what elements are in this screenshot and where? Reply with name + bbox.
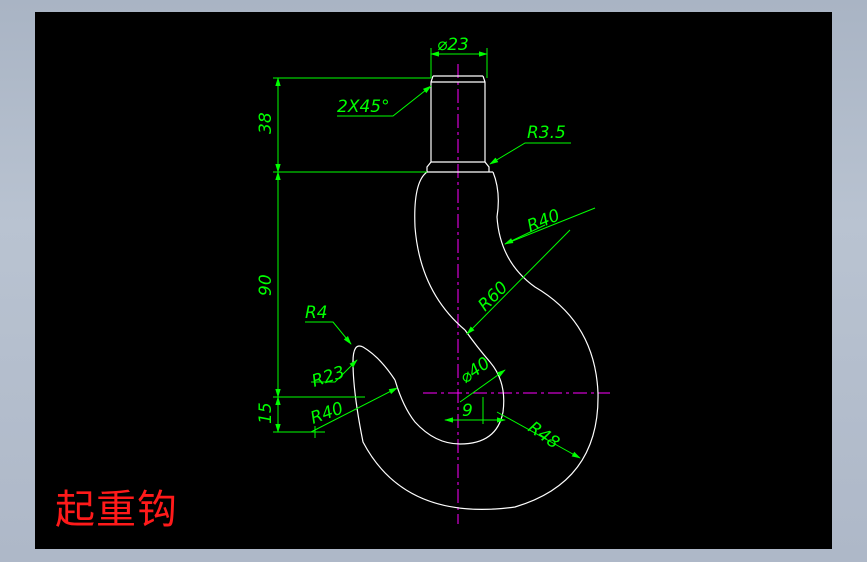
shank-edges (427, 81, 493, 173)
dimension-lines (273, 48, 596, 459)
label-radius-40-top: R40 (524, 206, 563, 237)
label-height-15: 15 (256, 402, 276, 424)
label-radius-48: R48 (524, 418, 563, 454)
label-offset-9: 9 (462, 401, 473, 421)
centerlines (423, 64, 610, 524)
label-radius-3-5: R3.5 (527, 123, 566, 143)
drawing-title: 起重钩 (55, 487, 178, 533)
dimension-labels: ⌀23 2X45° 38 R3.5 R40 90 R60 R4 R23 ⌀40 … (256, 35, 566, 453)
label-height-38: 38 (256, 112, 276, 134)
label-radius-23: R23 (309, 362, 347, 391)
hook-drawing: ⌀23 2X45° 38 R3.5 R40 90 R60 R4 R23 ⌀40 … (256, 35, 610, 524)
label-radius-4: R4 (305, 303, 328, 323)
drawing-frame: ⌀23 2X45° 38 R3.5 R40 90 R60 R4 R23 ⌀40 … (35, 12, 832, 549)
label-radius-60: R60 (474, 278, 512, 316)
label-diameter-40: ⌀40 (456, 353, 494, 388)
label-radius-40-bottom: R40 (308, 398, 346, 428)
hook-inner-curve (394, 329, 505, 445)
label-diameter-23: ⌀23 (437, 35, 469, 55)
label-chamfer: 2X45° (337, 97, 390, 117)
hook-back-left (414, 171, 466, 331)
label-height-90: 90 (256, 274, 276, 296)
